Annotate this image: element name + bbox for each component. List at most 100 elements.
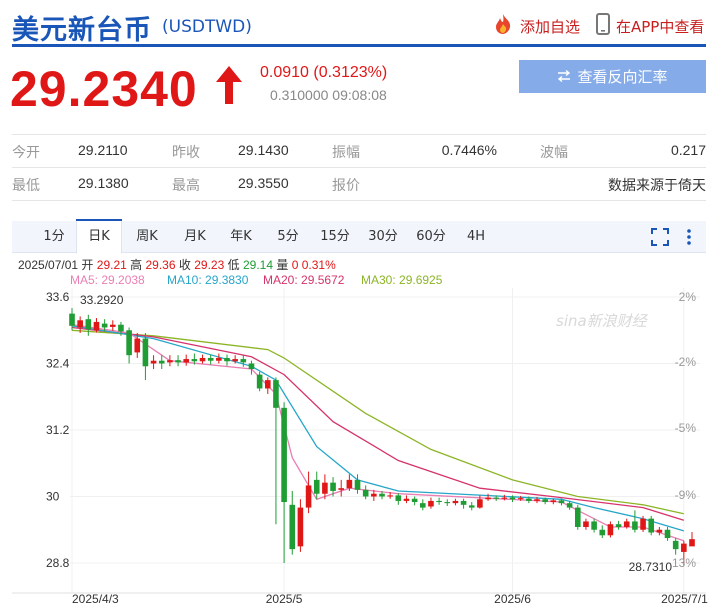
tab-30min[interactable]: 30分 — [360, 221, 406, 252]
high-annotation: 33.2920 — [80, 293, 124, 307]
stat-label: 振幅 — [332, 145, 360, 161]
stats-row: 今开 29.2110 昨收 29.1430 振幅 0.7446% 波幅 0.21… — [12, 134, 706, 167]
candle-body — [436, 500, 442, 503]
ma5-legend: MA5: 29.2038 — [70, 273, 145, 287]
x-tick-label: 2025/5 — [266, 592, 303, 605]
candle-body — [371, 493, 377, 497]
ma5-line — [71, 324, 685, 542]
fire-icon — [492, 13, 514, 39]
page-title: 美元新台币 — [12, 15, 152, 46]
x-tick-label: 2025/6 — [494, 592, 531, 605]
candle-body — [623, 521, 630, 527]
y-tick-label: 30 — [46, 490, 60, 504]
candle-body — [403, 498, 410, 501]
x-tick-label: 2025/4/3 — [72, 592, 119, 605]
candle-body — [93, 321, 100, 331]
ohlc-pct: 0.31% — [301, 258, 336, 272]
candle-body — [574, 507, 581, 527]
app-view-button[interactable]: 在APP中查看 — [596, 13, 704, 39]
price-change: 0.0910 (0.3123%) — [260, 64, 388, 81]
tab-15min[interactable]: 15分 — [312, 221, 358, 252]
add-watchlist-button[interactable]: 添加自选 — [492, 13, 580, 39]
fullscreen-icon[interactable] — [646, 221, 674, 252]
candle-body — [640, 518, 646, 530]
candlestick-chart[interactable]: sina新浪财经 33.6 32.4 31.2 30 28.8 2% -2% -5% -9% 13… — [0, 288, 710, 605]
ohlc-open: 29.21 — [96, 258, 127, 272]
add-watchlist-label: 添加自选 — [520, 17, 581, 36]
y-tick-label: 33.6 — [46, 290, 70, 304]
candle-body — [493, 497, 500, 499]
more-options-icon[interactable] — [678, 221, 700, 252]
candle-body — [362, 489, 369, 497]
candle-body — [379, 493, 385, 497]
candle-body — [297, 507, 304, 547]
tab-yearly[interactable]: 年K — [220, 221, 262, 252]
reverse-rate-label: 查看反向汇率 — [577, 68, 668, 86]
candle-body — [354, 479, 361, 490]
stat-value: 29.3550 — [238, 175, 289, 191]
candle-body — [248, 363, 255, 370]
candle-body — [69, 313, 75, 326]
ohlc-vol-label: 量 — [276, 258, 289, 272]
y-tick-label: 32.4 — [46, 357, 70, 371]
candle-body — [232, 359, 238, 362]
reverse-rate-button[interactable]: 查看反向汇率 — [519, 60, 706, 93]
candle-body — [101, 323, 108, 328]
candle-body — [656, 529, 663, 533]
candle-body — [240, 359, 247, 363]
candle-body — [387, 495, 393, 497]
stat-value: 29.1380 — [78, 175, 129, 191]
stat-value: 29.2110 — [78, 142, 128, 158]
candle-body — [460, 500, 467, 505]
y-tick-label: 31.2 — [46, 423, 70, 437]
candle-body — [550, 500, 557, 503]
candle-body — [150, 360, 157, 364]
candle-body — [591, 521, 597, 530]
candle-body — [305, 485, 312, 508]
candle-body — [664, 529, 671, 539]
ohlc-close-label: 收 — [178, 258, 191, 272]
candle-body — [534, 499, 540, 501]
candle-body — [77, 320, 83, 328]
candle-body — [85, 319, 92, 330]
candle-body — [118, 324, 124, 332]
pct-tick-label: -5% — [675, 421, 697, 435]
ma30-line — [71, 329, 684, 515]
tab-5min[interactable]: 5分 — [268, 221, 308, 252]
candle-body — [199, 357, 206, 362]
candle-body — [615, 524, 622, 527]
candle-body — [509, 497, 516, 500]
candle-body — [224, 357, 230, 362]
stats-table: 今开 29.2110 昨收 29.1430 振幅 0.7446% 波幅 0.21… — [12, 134, 706, 201]
candle-body — [322, 482, 328, 494]
candle-body — [281, 407, 287, 503]
candle-body — [526, 498, 532, 501]
tab-60min[interactable]: 60分 — [408, 221, 454, 252]
stat-label: 今开 — [12, 145, 40, 161]
candle-body — [142, 338, 149, 367]
ma20-legend: MA20: 29.5672 — [263, 273, 345, 287]
ohlc-vol: 0 — [291, 258, 299, 272]
candle-body — [444, 502, 451, 504]
tab-weekly[interactable]: 周K — [126, 221, 168, 252]
app-view-label: 在APP中查看 — [616, 17, 705, 36]
tab-monthly[interactable]: 月K — [174, 221, 216, 252]
candle-body — [289, 504, 296, 550]
candle-body — [428, 500, 434, 507]
candle-body — [167, 360, 173, 363]
tab-4h[interactable]: 4H — [458, 221, 494, 252]
candle-body — [468, 505, 475, 508]
candle-body — [134, 338, 141, 353]
tab-daily[interactable]: 日K — [76, 219, 122, 254]
pct-tick-label: -2% — [675, 355, 697, 369]
candle-body — [330, 482, 336, 491]
candle-body — [109, 324, 116, 327]
candle-body — [501, 497, 508, 499]
ma30-legend: MA30: 29.6925 — [361, 273, 443, 287]
chart-period-tabs: 1分 日K 周K 月K 年K 5分 15分 30分 60分 4H — [12, 219, 706, 254]
candle-body — [477, 499, 483, 508]
sina-watermark: sina新浪财经 — [556, 312, 649, 330]
tab-1min[interactable]: 1分 — [34, 221, 74, 252]
swap-icon — [557, 68, 571, 86]
stat-value: 0.217 — [670, 142, 706, 158]
